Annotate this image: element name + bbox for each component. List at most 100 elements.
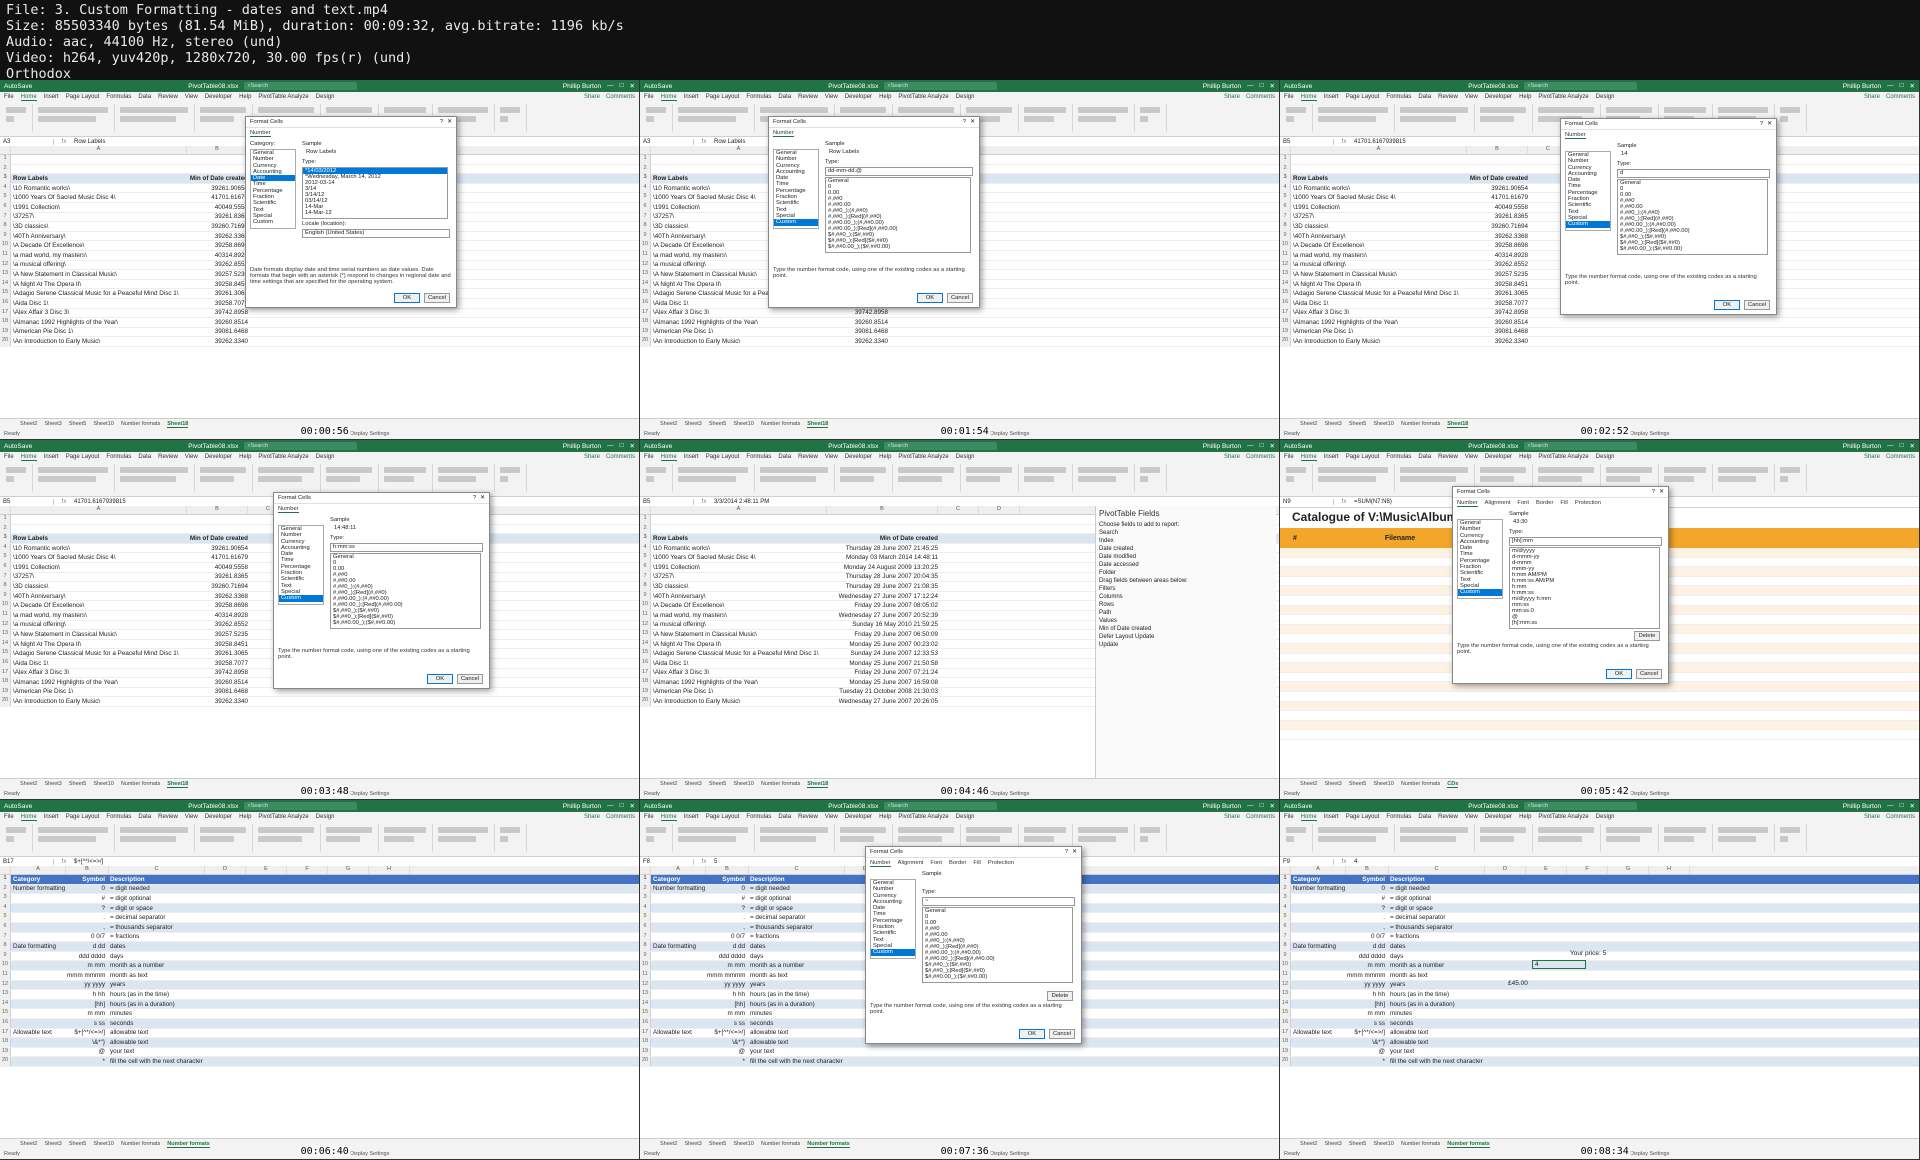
tab-home[interactable]: Home <box>20 94 37 101</box>
row-label-cell[interactable]: \a musical offering\ <box>1291 261 1468 268</box>
value-cell[interactable]: 39261.90654 <box>1468 185 1530 192</box>
name-box[interactable]: F8 <box>640 859 694 865</box>
search-box[interactable]: ⌕ Search <box>244 442 358 450</box>
tab-insert[interactable]: Insert <box>1324 814 1339 820</box>
sheet-tab[interactable]: Sheet3 <box>1324 1141 1341 1147</box>
ribbon-control[interactable] <box>840 827 886 833</box>
description-cell[interactable]: = digit needed <box>108 885 205 892</box>
name-box[interactable]: F9 <box>1280 859 1334 865</box>
name-box[interactable]: A3 <box>640 139 694 145</box>
tab-view[interactable]: View <box>185 454 198 460</box>
column-header[interactable] <box>0 866 11 874</box>
tab-data[interactable]: Data <box>1418 454 1431 460</box>
comments-button[interactable]: Comments <box>1886 94 1915 100</box>
maximize-icon[interactable]: □ <box>1260 802 1264 810</box>
ribbon-control[interactable] <box>760 107 828 113</box>
row-number[interactable]: 12 <box>640 260 651 270</box>
ribbon-control[interactable] <box>1664 107 1706 113</box>
ribbon-control[interactable] <box>258 476 302 482</box>
tab-help[interactable]: Help <box>239 814 251 820</box>
tab-file[interactable]: File <box>4 94 14 100</box>
ribbon-control[interactable] <box>1780 836 1788 842</box>
row-label-cell[interactable]: \1000 Years Of Sacred Music Disc 4\ <box>651 554 828 561</box>
description-cell[interactable]: allowable text <box>748 1029 845 1036</box>
row-label-cell[interactable]: \A Night At The Opera II\ <box>11 641 188 648</box>
category-list[interactable]: General Number Currency Accounting Date Time P… <box>1457 519 1503 599</box>
tab-help[interactable]: Help <box>1519 94 1531 100</box>
row-number[interactable]: 2 <box>0 524 11 534</box>
category-cell[interactable]: Category <box>1291 876 1347 883</box>
share-button[interactable]: Share <box>1224 94 1240 100</box>
row-number[interactable]: 5 <box>640 193 651 202</box>
value-cell[interactable]: 39261.3065 <box>188 650 250 657</box>
column-header[interactable]: B <box>187 506 248 514</box>
share-button[interactable]: Share <box>584 94 600 100</box>
close-icon[interactable]: ✕ <box>1910 802 1915 810</box>
row-label-cell[interactable]: \3D classics\ <box>11 583 188 590</box>
sheet-tab[interactable]: Number formats <box>761 1141 800 1147</box>
tab-page-layout[interactable]: Page Layout <box>706 454 740 460</box>
symbol-cell[interactable]: m mm <box>1347 962 1388 969</box>
tab-design[interactable]: Design <box>1596 454 1615 460</box>
row-number[interactable]: 5 <box>640 553 651 562</box>
search-box[interactable]: ⌕ Search <box>1524 442 1638 450</box>
ribbon-control[interactable] <box>1140 836 1148 842</box>
description-cell[interactable]: hours (as in the time) <box>1388 991 1485 998</box>
row-label-cell[interactable]: \a mad world, my masters\ <box>1291 252 1468 259</box>
ribbon-control[interactable] <box>1140 116 1148 122</box>
maximize-icon[interactable]: □ <box>1900 82 1904 90</box>
columns-area[interactable]: Columns <box>1096 593 1276 601</box>
column-header[interactable]: A <box>1291 866 1346 874</box>
ribbon-control[interactable] <box>646 107 666 113</box>
row-label-cell[interactable]: Row Labels <box>1291 175 1468 182</box>
description-cell[interactable]: allowable text <box>108 1029 205 1036</box>
description-cell[interactable]: allowable text <box>108 1039 205 1046</box>
sheet-tab[interactable]: Number formats <box>1401 421 1440 427</box>
value-cell[interactable]: 39260.71694 <box>1468 223 1530 230</box>
sheet-tab[interactable]: Number formats <box>1401 781 1440 787</box>
row-number[interactable]: 6 <box>0 202 11 212</box>
symbol-cell[interactable]: 0 <box>67 885 108 892</box>
column-header[interactable]: G <box>1608 866 1649 874</box>
row-number[interactable]: 5 <box>0 193 11 202</box>
search-box[interactable]: ⌕ Search <box>884 802 998 810</box>
ribbon-control[interactable] <box>438 107 488 113</box>
sheet-tab-active[interactable]: Sheet18 <box>167 781 189 788</box>
column-header[interactable]: D <box>205 866 246 874</box>
row-label-cell[interactable]: \Adagio Serene Classical Music for a Pea… <box>651 650 828 657</box>
symbol-cell[interactable]: * <box>1347 1058 1388 1065</box>
description-cell[interactable]: = decimal separator <box>108 914 205 921</box>
tab-formulas[interactable]: Formulas <box>106 814 131 820</box>
row-number[interactable]: 2 <box>1280 164 1291 174</box>
row-label-cell[interactable]: \A Decade Of Excellence\ <box>11 242 188 249</box>
name-box[interactable]: A3 <box>0 139 54 145</box>
ribbon-control[interactable] <box>384 836 414 842</box>
format-code-list[interactable]: General 0 0.00 #,##0 #,##0.00 #,##0_);(#,##0)… <box>330 553 481 629</box>
column-header[interactable]: B <box>827 506 938 514</box>
description-cell[interactable]: your text <box>1388 1048 1485 1055</box>
tab-view[interactable]: View <box>185 814 198 820</box>
tab-formulas[interactable]: Formulas <box>1386 94 1411 100</box>
tab-design[interactable]: Design <box>1596 94 1615 100</box>
symbol-cell[interactable]: . <box>67 914 108 921</box>
row-number[interactable]: 3 <box>0 534 11 543</box>
comments-button[interactable]: Comments <box>1246 454 1275 460</box>
row-number[interactable]: 9 <box>1280 951 1291 961</box>
tab-view[interactable]: View <box>185 94 198 100</box>
ribbon-control[interactable] <box>1606 476 1640 482</box>
row-number[interactable]: 2 <box>0 164 11 174</box>
minimize-icon[interactable]: — <box>1247 82 1254 90</box>
row-number[interactable]: 7 <box>0 572 11 582</box>
tab-home[interactable]: Home <box>1300 454 1317 461</box>
formula-input[interactable]: 41701.6167939815 <box>1354 139 1406 145</box>
ribbon-control[interactable] <box>200 836 234 842</box>
tab-formulas[interactable]: Formulas <box>746 454 771 460</box>
value-cell[interactable]: Min of Date created <box>188 535 250 542</box>
tab-developer[interactable]: Developer <box>845 814 872 820</box>
sheet-tab[interactable]: Sheet3 <box>1324 421 1341 427</box>
share-button[interactable]: Share <box>584 814 600 820</box>
sheet-tab[interactable]: Sheet3 <box>44 1141 61 1147</box>
ribbon-control[interactable] <box>326 827 372 833</box>
sheet-tab[interactable]: Sheet5 <box>69 421 86 427</box>
autosave-label[interactable]: AutoSave <box>4 443 32 450</box>
